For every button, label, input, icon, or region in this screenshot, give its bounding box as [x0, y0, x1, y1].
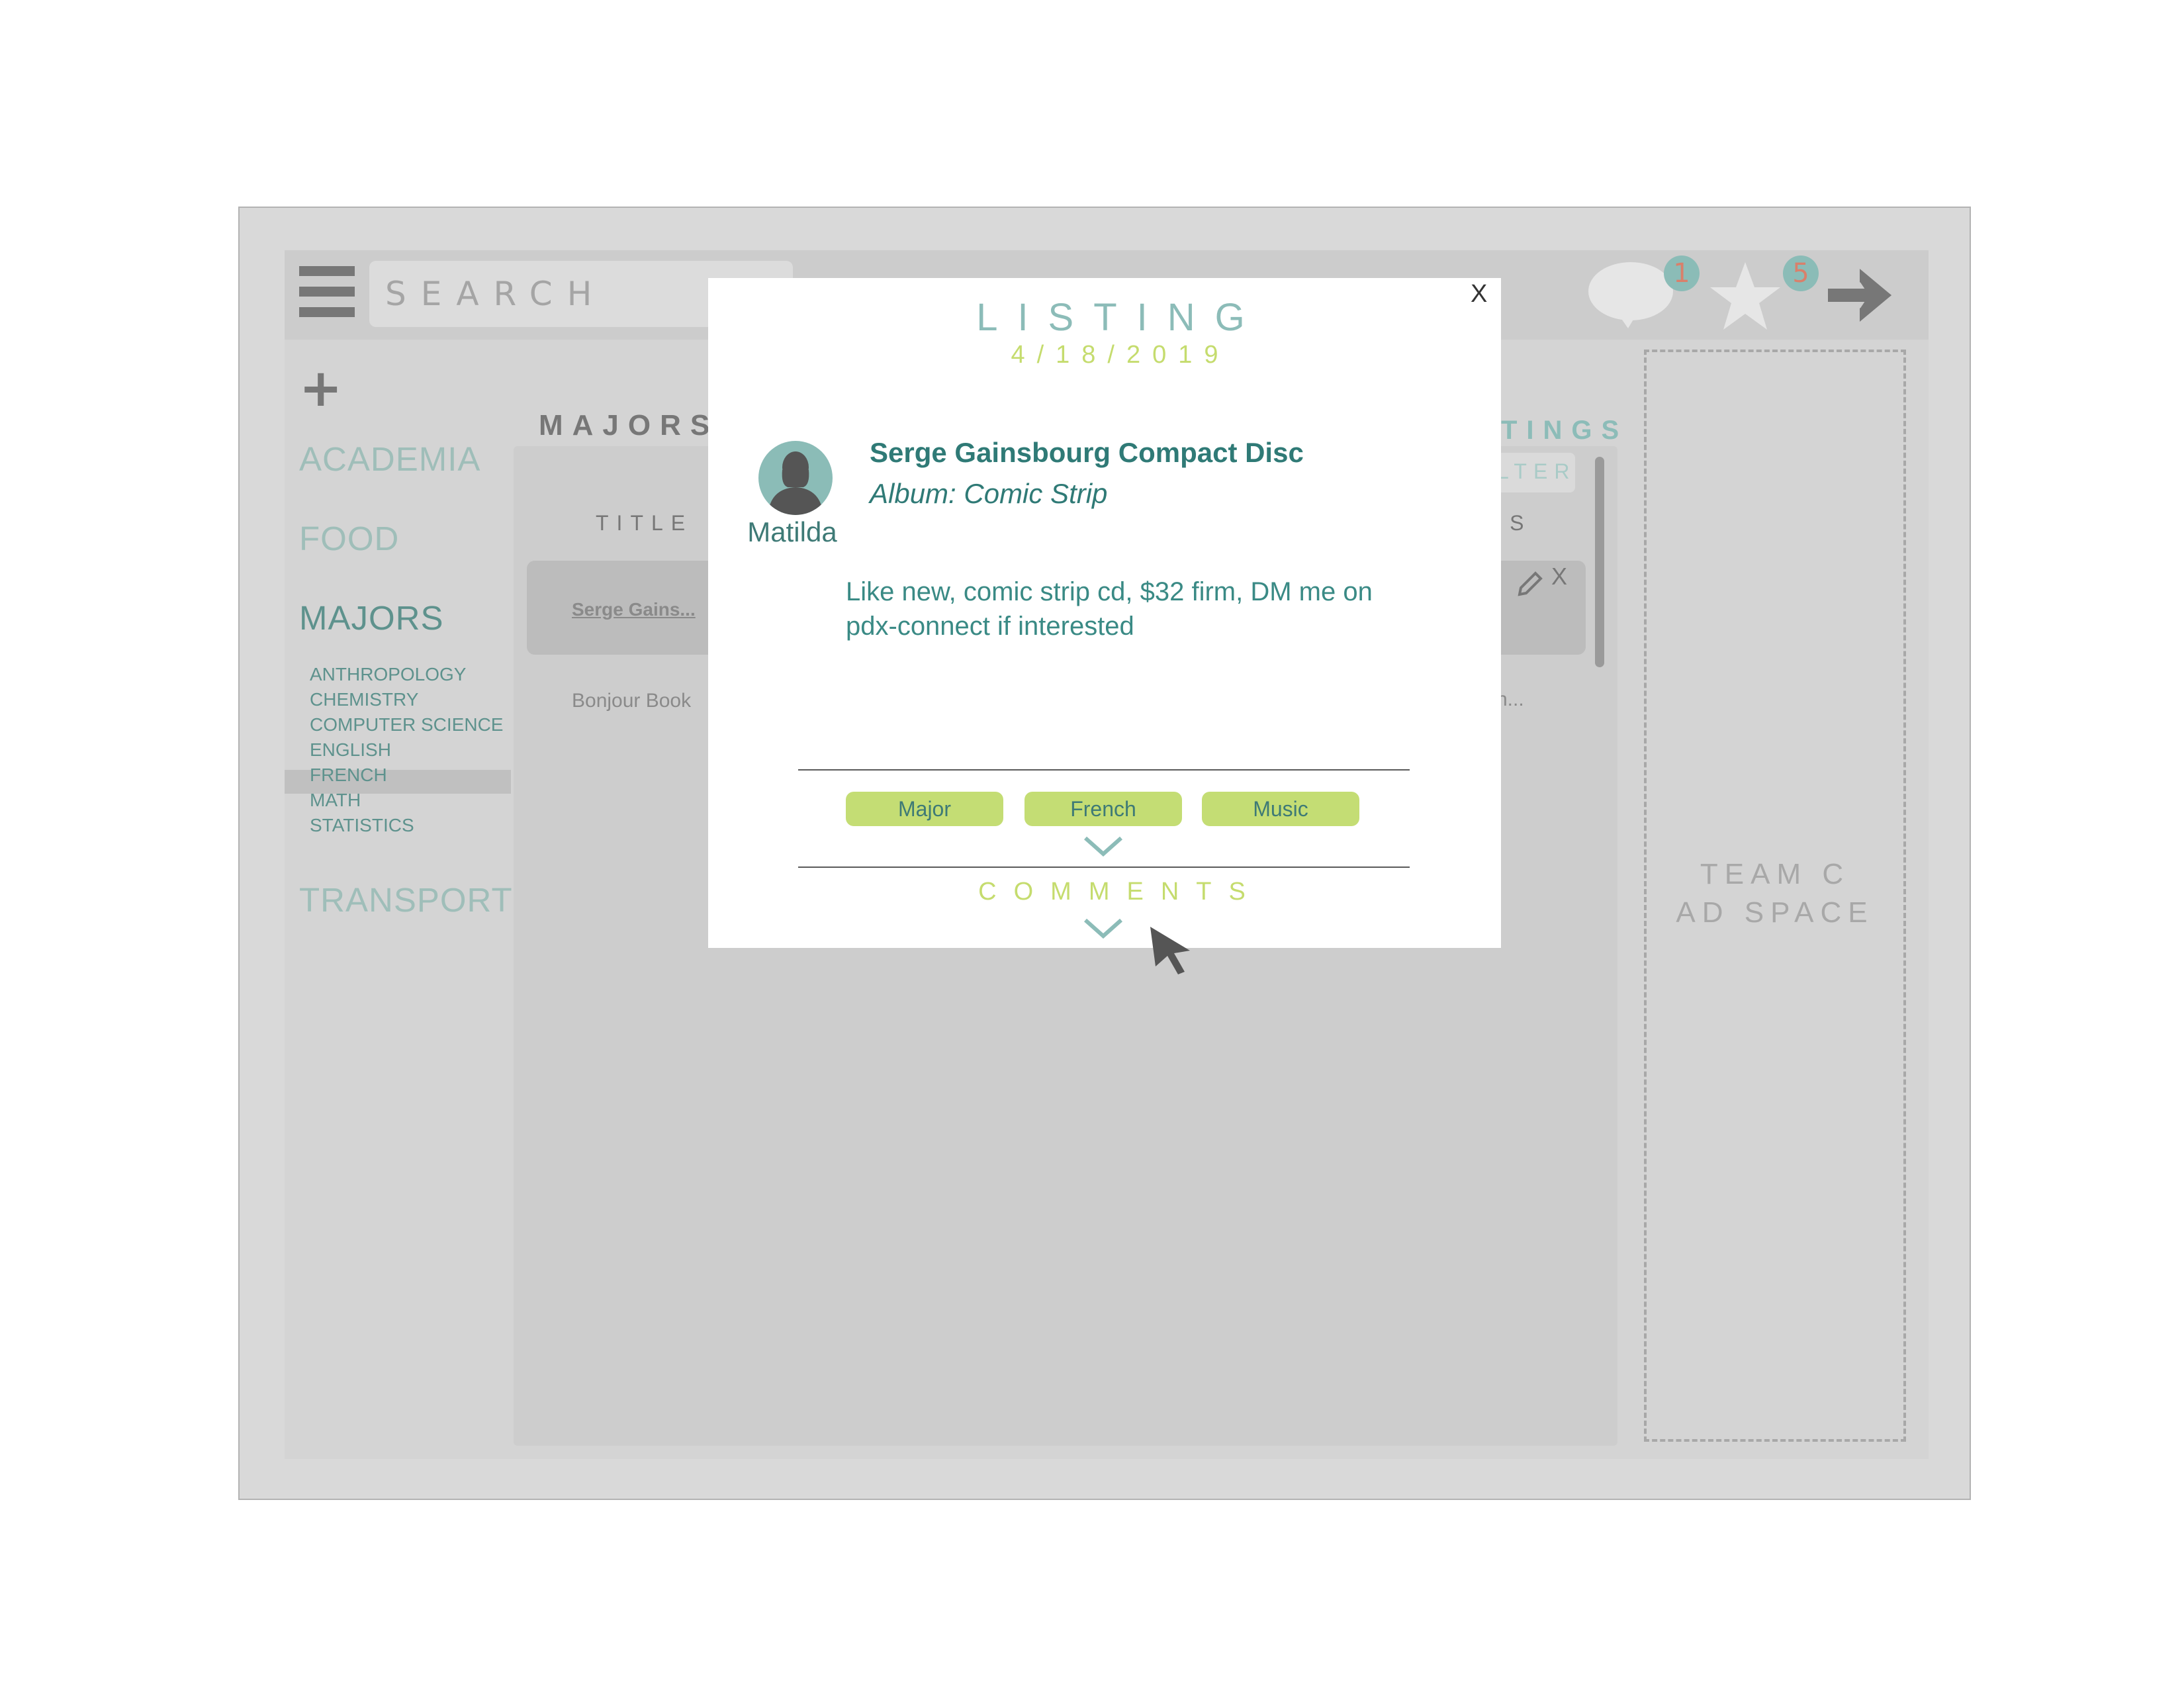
row-title[interactable]: Bonjour Book: [572, 690, 691, 712]
sidebar-item-statistics[interactable]: STATISTICS: [310, 813, 414, 838]
menu-icon[interactable]: [299, 266, 355, 320]
scrollbar[interactable]: [1595, 457, 1604, 667]
comments-label[interactable]: COMMENTS: [708, 878, 1533, 906]
sidebar-category-food[interactable]: FOOD: [299, 519, 399, 558]
tag-french[interactable]: French: [1024, 792, 1182, 826]
row-title-link[interactable]: Serge Gains...: [572, 599, 696, 620]
ad-line-2: AD SPACE: [1676, 896, 1874, 929]
item-subtitle: Album: Comic Strip: [870, 478, 1108, 509]
sidebar-category-transport[interactable]: TRANSPORT: [299, 880, 513, 919]
ad-line-1: TEAM C: [1700, 858, 1850, 890]
filter-label-fragment: LTER: [1497, 459, 1576, 483]
favorites-icon[interactable]: [1709, 259, 1782, 334]
listing-date: 4/18/2019: [1011, 341, 1230, 369]
expand-comments-chevron-icon[interactable]: [1083, 917, 1124, 940]
tag-major[interactable]: Major: [846, 792, 1003, 826]
favorites-badge: 5: [1783, 256, 1819, 291]
column-header-title: TITLE: [596, 511, 694, 535]
item-description: Like new, comic strip cd, $32 firm, DM m…: [846, 577, 1373, 641]
tag-music[interactable]: Music: [1202, 792, 1359, 826]
ad-space-label: TEAM C AD SPACE: [1644, 855, 1906, 932]
mouse-cursor-icon: [1146, 924, 1199, 977]
seller-name[interactable]: Matilda: [736, 516, 848, 548]
delete-row-icon[interactable]: X: [1551, 563, 1567, 590]
sidebar-item-math[interactable]: MATH: [310, 788, 361, 813]
divider: [798, 867, 1410, 868]
expand-tags-chevron-icon[interactable]: [1083, 835, 1124, 858]
sidebar-item-chemistry[interactable]: CHEMISTRY: [310, 687, 418, 712]
divider: [798, 769, 1410, 771]
sidebar-category-academia[interactable]: ACADEMIA: [299, 440, 480, 479]
item-title: Serge Gainsbourg Compact Disc: [870, 437, 1304, 468]
sidebar-item-computer-science[interactable]: COMPUTER SCIENCE: [310, 712, 503, 737]
edit-pencil-icon[interactable]: [1516, 567, 1546, 597]
close-button[interactable]: X: [1471, 280, 1487, 308]
logout-arrow-icon[interactable]: [1828, 269, 1894, 322]
messages-badge: 1: [1664, 256, 1700, 291]
sidebar-item-english[interactable]: ENGLISH: [310, 737, 391, 763]
messages-icon[interactable]: [1584, 259, 1677, 332]
sidebar-category-majors[interactable]: MAJORS: [299, 598, 444, 637]
section-title: MAJORS: [539, 409, 719, 442]
sidebar-item-anthropology[interactable]: ANTHROPOLOGY: [310, 662, 466, 687]
add-listing-icon[interactable]: +: [299, 363, 342, 414]
sidebar-item-french[interactable]: FRENCH: [310, 763, 387, 788]
listings-title-fragment: TINGS: [1501, 416, 1629, 445]
avatar[interactable]: [758, 441, 833, 515]
modal-title: LISTING: [976, 296, 1265, 339]
